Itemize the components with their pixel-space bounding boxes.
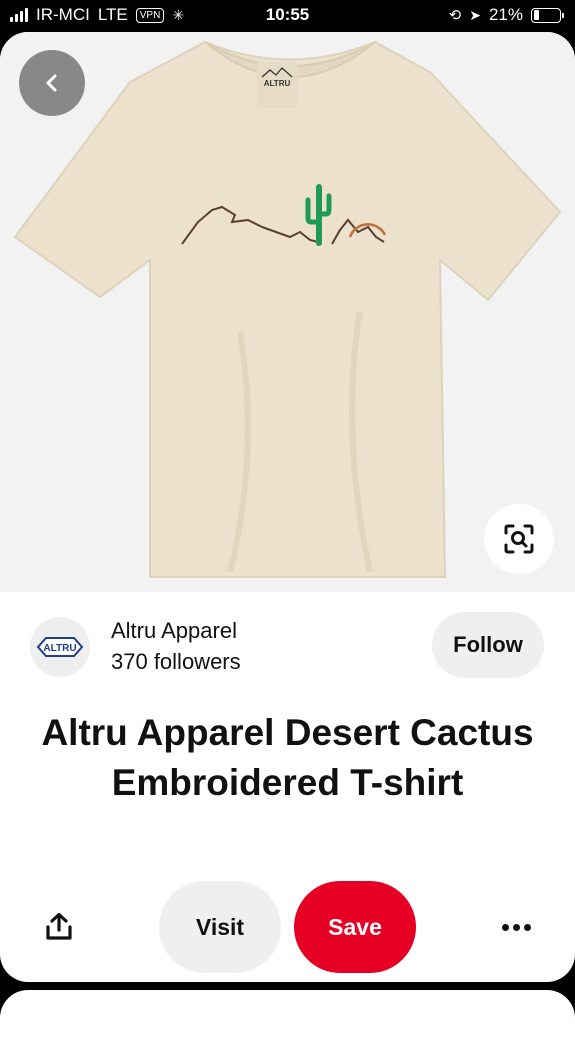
tag-brand: ALTRU	[264, 79, 291, 88]
creator-name[interactable]: Altru Apparel	[111, 618, 237, 644]
rotation-lock-icon: ⟲	[448, 7, 462, 24]
chevron-left-icon	[46, 74, 57, 92]
creator-row: ALTRU Altru Apparel 370 followers Follow	[0, 612, 575, 682]
save-button[interactable]: Save	[294, 881, 416, 973]
battery-icon	[531, 7, 564, 23]
pin-card: ALTRU ALTRU Altru Apparel 370 followers …	[0, 32, 575, 982]
pin-title: Altru Apparel Desert Cactus Embroidered …	[41, 712, 534, 803]
share-button[interactable]	[40, 908, 78, 946]
more-button[interactable]	[496, 910, 536, 944]
follow-button[interactable]: Follow	[432, 612, 544, 678]
next-card	[0, 990, 575, 1050]
more-icon	[501, 923, 509, 931]
avatar[interactable]: ALTRU	[30, 617, 90, 677]
visual-search-button[interactable]	[484, 504, 554, 574]
visit-button[interactable]: Visit	[159, 881, 281, 973]
visual-search-icon	[504, 524, 534, 554]
follower-count: 370 followers	[111, 649, 241, 674]
share-icon	[46, 913, 72, 940]
pin-image[interactable]: ALTRU	[0, 32, 575, 592]
altru-logo: ALTRU	[36, 637, 84, 657]
tshirt-image: ALTRU	[13, 40, 562, 578]
location-icon: ➤	[469, 6, 481, 23]
battery-percent: 21%	[488, 5, 523, 24]
status-bar: IR-MCI LTE VPN ✳ 10:55 ⟲ ➤ 21%	[0, 0, 575, 32]
back-button[interactable]	[19, 50, 85, 116]
action-bar: Visit Save	[0, 880, 575, 973]
svg-text:ALTRU: ALTRU	[43, 643, 76, 654]
